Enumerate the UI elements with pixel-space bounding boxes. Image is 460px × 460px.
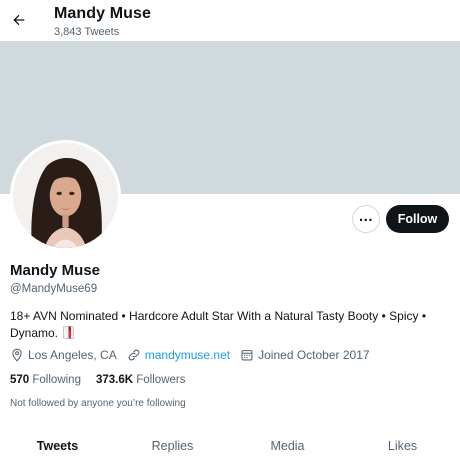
tab-media[interactable]: Media (230, 430, 345, 460)
back-button[interactable] (8, 9, 30, 31)
followers-stat[interactable]: 373.6K Followers (96, 374, 186, 386)
followers-count: 373.6K (95, 374, 134, 386)
header-tweet-count: 3,843 Tweets (54, 26, 120, 38)
red-book-icon (63, 326, 75, 339)
header-profile-name: Mandy Muse (54, 5, 152, 22)
calendar-icon (241, 350, 253, 361)
location-pin-icon (12, 348, 22, 362)
location-text: Los Angeles, CA (28, 348, 117, 362)
not-followed-note: Not followed by anyone you’re following (10, 398, 186, 409)
profile-meta: Los Angeles, CA mandymuse.net Joined Oct… (10, 348, 380, 362)
tab-replies[interactable]: Replies (115, 430, 230, 460)
website-link[interactable]: mandymuse.net (145, 348, 230, 362)
follow-button[interactable]: Follow (386, 205, 449, 233)
joined-date: Joined October 2017 (240, 348, 370, 362)
tab-likes[interactable]: Likes (345, 430, 460, 460)
arrow-left-icon (13, 14, 25, 26)
followers-label: Followers (136, 374, 186, 386)
link-icon (128, 349, 140, 361)
avatar[interactable] (10, 140, 121, 251)
following-count: 570 (10, 374, 30, 386)
follow-stats: 570 Following 373.6K Followers (10, 374, 200, 386)
more-options-button[interactable]: ... (352, 205, 380, 233)
following-label: Following (32, 374, 81, 386)
profile-bio: 18+ AVN Nominated • Hardcore Adult Star … (10, 308, 440, 342)
joined-text: Joined October 2017 (258, 348, 370, 362)
avatar-image (13, 143, 118, 248)
profile-name: Mandy Muse (10, 262, 101, 279)
top-bar: Mandy Muse 3,843 Tweets (0, 0, 460, 41)
location: Los Angeles, CA (10, 348, 117, 362)
following-stat[interactable]: 570 Following (10, 374, 81, 386)
profile-handle: @MandyMuse69 (10, 283, 98, 295)
tab-tweets[interactable]: Tweets (0, 430, 115, 460)
website[interactable]: mandymuse.net (127, 348, 230, 362)
profile-tabs: Tweets Replies Media Likes (0, 430, 460, 460)
